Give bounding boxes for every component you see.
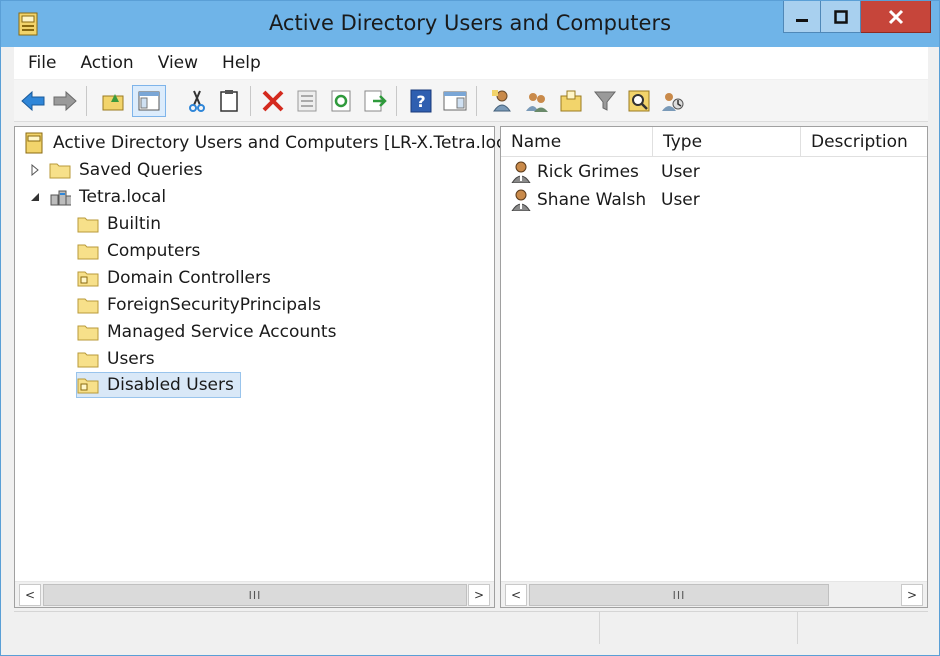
app-window: Active Directory Users and Computers Fil… — [0, 0, 940, 656]
user-name: Rick Grimes — [537, 162, 639, 182]
user-type: User — [661, 190, 700, 210]
properties-icon[interactable] — [294, 88, 320, 114]
user-type: User — [661, 162, 700, 182]
tree-item-domain-controllers[interactable]: Domain Controllers — [77, 265, 271, 291]
list-item[interactable]: Shane Walsh User — [501, 186, 901, 214]
folder-icon — [49, 160, 71, 180]
tree-item-managed-service-accounts[interactable]: Managed Service Accounts — [77, 319, 336, 345]
tree-item-domain[interactable]: Tetra.local — [49, 184, 166, 210]
close-button[interactable] — [861, 1, 931, 33]
tree-item-users[interactable]: Users — [77, 346, 155, 372]
refresh-icon[interactable] — [328, 88, 354, 114]
tree-root-label: Active Directory Users and Computers [LR… — [53, 133, 528, 153]
title-bar[interactable]: Active Directory Users and Computers — [1, 1, 939, 47]
collapse-domain-icon[interactable] — [29, 191, 41, 203]
menu-action[interactable]: Action — [80, 53, 133, 73]
folder-icon — [77, 214, 99, 234]
status-segment — [599, 612, 797, 644]
expand-saved-queries-icon[interactable] — [29, 164, 41, 176]
menu-file[interactable]: File — [28, 53, 56, 73]
folder-icon — [77, 241, 99, 261]
tree-pane[interactable]: Active Directory Users and Computers [LR… — [14, 126, 527, 608]
svg-text:?: ? — [416, 92, 425, 111]
toolbar: ? — [14, 80, 928, 122]
new-user-icon[interactable] — [490, 88, 516, 114]
back-icon[interactable] — [20, 88, 46, 114]
forward-icon[interactable] — [52, 88, 78, 114]
scroll-left-button[interactable]: < — [19, 584, 41, 606]
list-item[interactable]: Rick Grimes User — [501, 158, 901, 186]
cut-icon[interactable] — [184, 88, 210, 114]
menu-bar: File Action View Help — [14, 47, 928, 79]
tree-horizontal-scrollbar[interactable]: < III > — [15, 581, 494, 607]
user-icon — [511, 161, 533, 183]
folder-icon — [77, 322, 99, 342]
scroll-left-button[interactable]: < — [505, 584, 527, 606]
domain-icon — [49, 187, 71, 207]
show-tree-icon[interactable] — [132, 85, 166, 117]
new-ou-icon[interactable] — [558, 88, 584, 114]
tree-item-saved-queries[interactable]: Saved Queries — [49, 157, 203, 183]
ou-folder-icon — [77, 268, 99, 288]
maximize-button[interactable] — [821, 1, 861, 33]
delegate-icon[interactable] — [660, 88, 686, 114]
help-icon[interactable]: ? — [408, 88, 434, 114]
menu-view[interactable]: View — [158, 53, 198, 73]
tree-item-computers[interactable]: Computers — [77, 238, 200, 264]
delete-icon[interactable] — [260, 88, 286, 114]
export-icon[interactable] — [362, 88, 388, 114]
ou-folder-icon — [77, 375, 99, 395]
details-horizontal-scrollbar[interactable]: < III > — [501, 581, 927, 607]
minimize-button[interactable] — [783, 1, 821, 33]
new-group-icon[interactable] — [524, 88, 550, 114]
user-icon — [511, 189, 533, 211]
find-icon[interactable] — [626, 88, 652, 114]
column-header-type[interactable]: Type — [653, 127, 801, 157]
scroll-right-button[interactable]: > — [468, 584, 490, 606]
ad-root-icon — [23, 132, 45, 154]
status-segment — [797, 612, 928, 644]
menu-help[interactable]: Help — [222, 53, 261, 73]
filter-icon[interactable] — [592, 88, 618, 114]
tree-root[interactable]: Active Directory Users and Computers [LR… — [23, 130, 527, 156]
tree-item-builtin[interactable]: Builtin — [77, 211, 161, 237]
up-folder-icon[interactable] — [100, 88, 126, 114]
column-header-description[interactable]: Description — [801, 127, 927, 157]
tree-item-disabled-users[interactable]: Disabled Users — [76, 372, 241, 398]
folder-icon — [77, 295, 99, 315]
paste-icon[interactable] — [216, 88, 242, 114]
folder-icon — [77, 349, 99, 369]
scroll-thumb[interactable]: III — [529, 584, 829, 606]
scroll-thumb[interactable]: III — [43, 584, 467, 606]
scroll-right-button[interactable]: > — [901, 584, 923, 606]
tree-item-foreign-security-principals[interactable]: ForeignSecurityPrincipals — [77, 292, 321, 318]
console-pane-icon[interactable] — [442, 88, 468, 114]
user-name: Shane Walsh — [537, 190, 647, 210]
details-pane[interactable]: Name Type Description Rick Grimes User S… — [500, 126, 928, 608]
status-bar — [14, 611, 928, 644]
column-header-name[interactable]: Name — [501, 127, 653, 157]
